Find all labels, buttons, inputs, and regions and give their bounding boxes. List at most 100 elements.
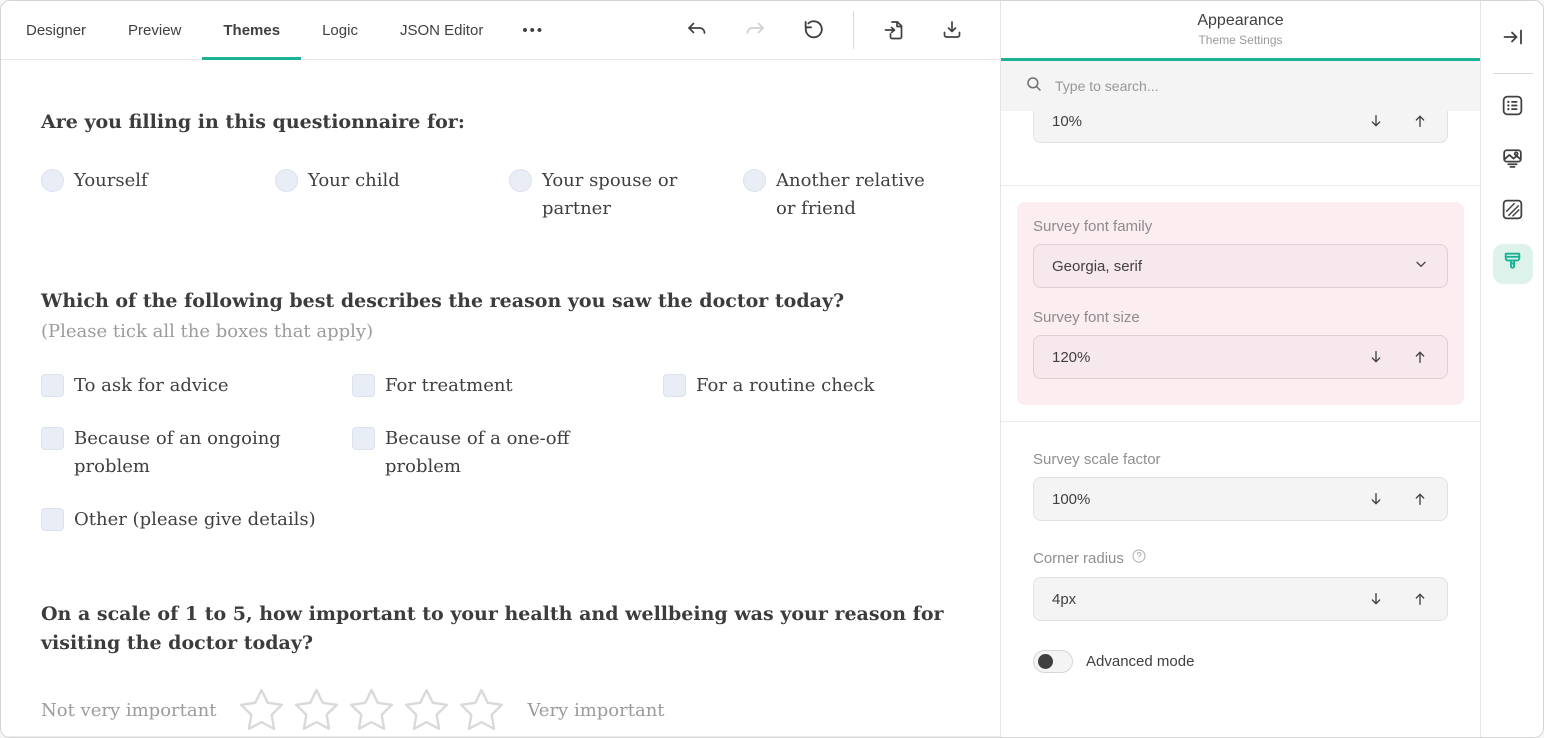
background-settings-tab-button[interactable]: [1493, 192, 1533, 232]
stepper-value[interactable]: 120%: [1052, 349, 1367, 366]
checkbox-icon[interactable]: [352, 427, 375, 450]
survey-creator-window: Designer Preview Themes Logic JSON Edito…: [0, 0, 1544, 738]
radio-choice-your-child[interactable]: Your child: [275, 167, 509, 223]
checkbox-other[interactable]: Other (please give details): [41, 506, 352, 534]
more-tabs-button[interactable]: •••: [504, 22, 562, 39]
radio-choice-spouse[interactable]: Your spouse or partner: [509, 167, 743, 223]
clipped-setting: 10%: [1001, 111, 1480, 144]
corner-radius-setting: Corner radius 4px: [1001, 548, 1480, 621]
checkbox-advice[interactable]: To ask for advice: [41, 372, 352, 400]
question-radiogroup: Are you filling in this questionnaire fo…: [41, 108, 960, 223]
checkbox-routine-check[interactable]: For a routine check: [663, 372, 974, 400]
radio-button-icon[interactable]: [509, 169, 532, 192]
collapse-panel-button[interactable]: [1493, 19, 1533, 59]
radio-button-icon[interactable]: [743, 169, 766, 192]
strip-divider: [1493, 73, 1533, 74]
panel-opacity-stepper[interactable]: 10%: [1033, 111, 1448, 143]
chevron-down-icon[interactable]: [1413, 256, 1429, 276]
choice-label: Because of an ongoing problem: [74, 425, 336, 481]
header-settings-tab-button[interactable]: [1493, 140, 1533, 180]
scale-factor-stepper[interactable]: 100%: [1033, 477, 1448, 521]
choice-label: Your child: [308, 167, 400, 195]
paint-brush-icon: [1500, 249, 1525, 279]
redo-button[interactable]: [733, 8, 777, 52]
checkbox-icon[interactable]: [41, 508, 64, 531]
radio-choice-relative[interactable]: Another relative or friend: [743, 167, 977, 223]
increase-button[interactable]: [1411, 348, 1429, 366]
question-description: (Please tick all the boxes that apply): [41, 321, 960, 342]
search-icon: [1025, 75, 1043, 98]
checkbox-treatment[interactable]: For treatment: [352, 372, 663, 400]
choice-label: For treatment: [385, 372, 513, 400]
checkbox-choice-grid: To ask for advice For treatment For a ro…: [41, 372, 960, 534]
decrease-button[interactable]: [1367, 348, 1385, 366]
stepper-value[interactable]: 10%: [1052, 113, 1367, 130]
checkbox-icon[interactable]: [41, 374, 64, 397]
radio-choice-grid: Yourself Your child Your spouse or partn…: [41, 167, 960, 223]
tab-json-editor[interactable]: JSON Editor: [379, 1, 504, 60]
checkbox-icon[interactable]: [41, 427, 64, 450]
undo-icon: [685, 18, 709, 42]
choice-label: Other (please give details): [74, 506, 316, 534]
checkbox-icon[interactable]: [663, 374, 686, 397]
advanced-mode-toggle[interactable]: [1033, 650, 1073, 673]
decrease-button[interactable]: [1367, 490, 1385, 508]
download-theme-button[interactable]: [930, 8, 974, 52]
sidebar-icon-strip: [1481, 1, 1544, 737]
question-title: Which of the following best describes th…: [41, 287, 960, 316]
decrease-button[interactable]: [1367, 590, 1385, 608]
stepper-value[interactable]: 4px: [1052, 591, 1367, 608]
font-size-stepper[interactable]: 120%: [1033, 335, 1448, 379]
radio-button-icon[interactable]: [41, 169, 64, 192]
settings-search-bar: [1001, 61, 1480, 111]
star-icon[interactable]: [289, 684, 344, 736]
section-divider: [1001, 185, 1480, 186]
image-header-icon: [1500, 145, 1525, 175]
designer-area: Designer Preview Themes Logic JSON Edito…: [1, 1, 1001, 737]
radio-choice-yourself[interactable]: Yourself: [41, 167, 275, 223]
increase-button[interactable]: [1411, 112, 1429, 130]
rating-min-label: Not very important: [41, 700, 216, 721]
dropdown-value: Georgia, serif: [1052, 258, 1413, 275]
reset-theme-button[interactable]: [791, 8, 835, 52]
panel-subtitle: Theme Settings: [1001, 33, 1480, 47]
tab-themes[interactable]: Themes: [202, 1, 301, 60]
tab-preview[interactable]: Preview: [107, 1, 202, 60]
scale-factor-setting: Survey scale factor 100%: [1001, 451, 1480, 521]
checkbox-icon[interactable]: [352, 374, 375, 397]
appearance-tab-button[interactable]: [1493, 244, 1533, 284]
star-icon[interactable]: [399, 684, 454, 736]
corner-radius-stepper[interactable]: 4px: [1033, 577, 1448, 621]
tab-designer[interactable]: Designer: [5, 1, 107, 60]
search-input[interactable]: [1055, 78, 1456, 94]
star-icon[interactable]: [344, 684, 399, 736]
settings-scroll-area[interactable]: 10% Survey font family Georgia, serif Su…: [1001, 111, 1480, 737]
checkbox-oneoff-problem[interactable]: Because of a one-off problem: [352, 425, 663, 481]
font-family-dropdown[interactable]: Georgia, serif: [1033, 244, 1448, 288]
help-icon[interactable]: [1131, 548, 1147, 568]
tab-logic[interactable]: Logic: [301, 1, 379, 60]
increase-button[interactable]: [1411, 590, 1429, 608]
star-icon[interactable]: [454, 684, 509, 736]
download-icon: [940, 18, 964, 42]
checkbox-ongoing-problem[interactable]: Because of an ongoing problem: [41, 425, 352, 481]
section-divider: [1001, 421, 1480, 422]
question-title: On a scale of 1 to 5, how important to y…: [41, 600, 960, 658]
radio-button-icon[interactable]: [275, 169, 298, 192]
corner-radius-label: Corner radius: [1033, 548, 1448, 568]
stepper-value[interactable]: 100%: [1052, 491, 1367, 508]
import-theme-button[interactable]: [872, 8, 916, 52]
choice-label: For a routine check: [696, 372, 874, 400]
question-rating: On a scale of 1 to 5, how important to y…: [41, 600, 960, 736]
general-settings-tab-button[interactable]: [1493, 88, 1533, 128]
increase-button[interactable]: [1411, 490, 1429, 508]
pattern-icon: [1500, 197, 1525, 227]
decrease-button[interactable]: [1367, 112, 1385, 130]
star-icon[interactable]: [234, 684, 289, 736]
import-icon: [882, 18, 906, 42]
undo-button[interactable]: [675, 8, 719, 52]
redo-icon: [743, 18, 767, 42]
choice-label: To ask for advice: [74, 372, 229, 400]
scale-factor-label: Survey scale factor: [1033, 451, 1448, 468]
toolbar-separator: [853, 11, 854, 49]
